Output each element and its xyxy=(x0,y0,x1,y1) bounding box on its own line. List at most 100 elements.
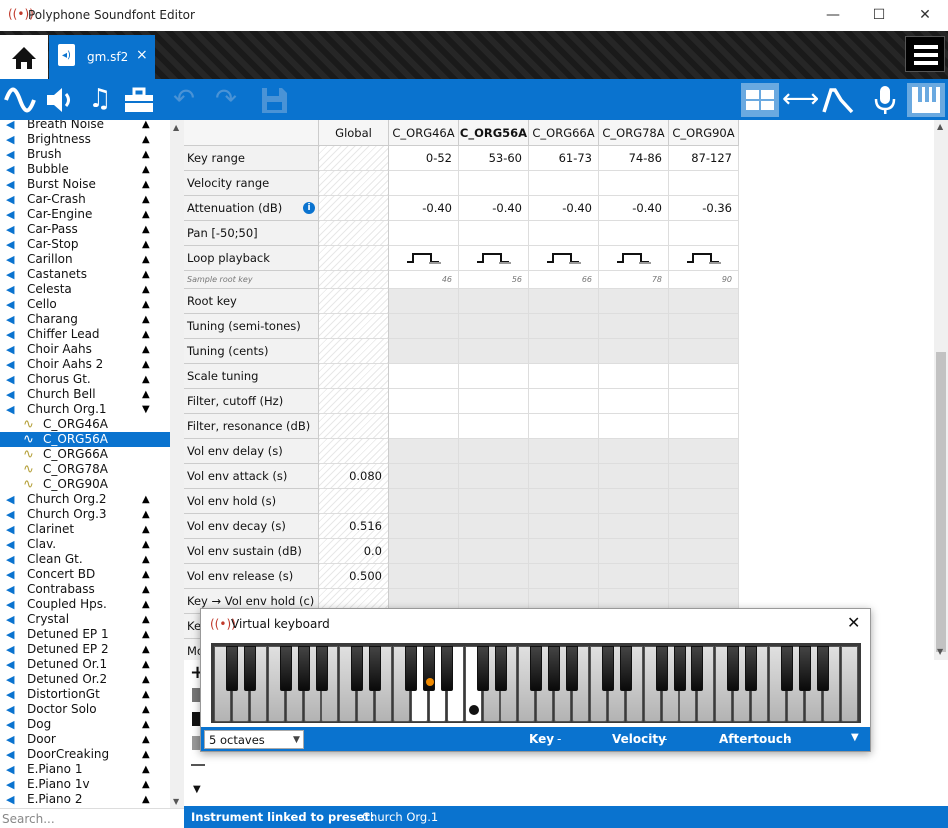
tree-preset-item[interactable]: ◀ Clean Gt. ▲ xyxy=(0,552,170,567)
collapsed-arrow-icon[interactable]: ▲ xyxy=(142,702,150,717)
table-cell[interactable]: -0.40 xyxy=(599,196,669,221)
envelope-icon[interactable] xyxy=(821,83,855,117)
table-cell[interactable] xyxy=(669,439,739,464)
table-scroll-thumb[interactable] xyxy=(936,352,946,652)
table-cell[interactable]: 0-52 xyxy=(389,146,459,171)
tab-close-button[interactable]: × xyxy=(136,47,148,63)
maximize-button[interactable]: ☐ xyxy=(856,4,902,28)
table-cell[interactable] xyxy=(319,439,389,464)
sample-wave-icon[interactable] xyxy=(3,83,37,117)
tab-gm-sf2[interactable]: ◂) gm.sf2 × xyxy=(49,35,155,79)
tree-preset-item[interactable]: ◀ Carillon ▲ xyxy=(0,252,170,267)
tree-preset-item[interactable]: ◀ DoorCreaking ▲ xyxy=(0,747,170,762)
tree-sample-item[interactable]: ∿ C_ORG56A xyxy=(0,432,170,447)
black-key[interactable] xyxy=(494,646,507,691)
table-cell[interactable] xyxy=(389,414,459,439)
collapsed-arrow-icon[interactable]: ▲ xyxy=(142,327,150,342)
toolbox-icon[interactable] xyxy=(122,83,156,117)
collapsed-arrow-icon[interactable]: ▲ xyxy=(142,567,150,582)
search-placeholder[interactable]: Search... xyxy=(2,812,55,826)
black-key[interactable] xyxy=(798,646,811,691)
black-key[interactable] xyxy=(226,646,238,691)
table-cell[interactable] xyxy=(319,489,389,514)
tree-preset-item[interactable]: ◀ DistortionGt ▲ xyxy=(0,687,170,702)
table-cell[interactable] xyxy=(459,439,529,464)
collapsed-arrow-icon[interactable]: ▲ xyxy=(142,657,150,672)
collapsed-arrow-icon[interactable]: ▲ xyxy=(142,492,150,507)
table-cell[interactable] xyxy=(529,564,599,589)
table-cell[interactable] xyxy=(669,246,739,271)
table-cell[interactable] xyxy=(669,464,739,489)
table-cell[interactable] xyxy=(319,221,389,246)
tree-preset-item[interactable]: ◀ Car-Pass ▲ xyxy=(0,222,170,237)
collapsed-arrow-icon[interactable]: ▲ xyxy=(142,357,150,372)
table-cell[interactable]: -0.40 xyxy=(389,196,459,221)
tree-preset-item[interactable]: ◀ Celesta ▲ xyxy=(0,282,170,297)
tree-preset-item[interactable]: ◀ Contrabass ▲ xyxy=(0,582,170,597)
table-cell[interactable] xyxy=(459,564,529,589)
table-cell[interactable] xyxy=(599,314,669,339)
table-cell[interactable] xyxy=(669,171,739,196)
table-cell[interactable] xyxy=(599,389,669,414)
table-cell[interactable] xyxy=(459,364,529,389)
collapsed-arrow-icon[interactable]: ▲ xyxy=(142,222,150,237)
table-scroll-up-icon[interactable]: ▲ xyxy=(937,122,943,131)
collapsed-arrow-icon[interactable]: ▲ xyxy=(142,732,150,747)
expanded-arrow-icon[interactable]: ▼ xyxy=(142,402,150,417)
tree-preset-item[interactable]: ◀ E.Piano 2 ▲ xyxy=(0,792,170,807)
white-key[interactable] xyxy=(840,646,858,722)
tree-preset-item[interactable]: ◀ Door ▲ xyxy=(0,732,170,747)
parameter-table[interactable]: Global C_ORG46A C_ORG56A C_ORG66A C_ORG78A C_… xyxy=(184,120,948,660)
table-cell[interactable]: 61-73 xyxy=(529,146,599,171)
tree-sample-item[interactable]: ∿ C_ORG66A xyxy=(0,447,170,462)
table-cell[interactable] xyxy=(319,289,389,314)
collapsed-arrow-icon[interactable]: ▲ xyxy=(142,387,150,402)
table-cell[interactable] xyxy=(319,146,389,171)
redo-icon[interactable]: ↷ xyxy=(209,83,243,117)
table-cell[interactable] xyxy=(599,564,669,589)
black-key[interactable] xyxy=(476,646,489,691)
table-cell[interactable] xyxy=(389,489,459,514)
tree-preset-item[interactable]: ◀ Cello ▲ xyxy=(0,297,170,312)
tree-preset-item[interactable]: ◀ Brush ▲ xyxy=(0,147,170,162)
scroll-down-arrow-icon[interactable]: ▼ xyxy=(173,797,179,806)
table-cell[interactable] xyxy=(669,339,739,364)
table-cell[interactable]: 74-86 xyxy=(599,146,669,171)
tree-preset-item[interactable]: ◀ Coupled Hps. ▲ xyxy=(0,597,170,612)
range-arrows-icon[interactable]: ⟷ xyxy=(782,83,819,117)
tools-down-arrow-icon[interactable]: ▼ xyxy=(193,784,201,795)
table-cell[interactable] xyxy=(459,314,529,339)
tree-preset-item[interactable]: ◀ Church Org.3 ▲ xyxy=(0,507,170,522)
tree-preset-item[interactable]: ◀ Bubble ▲ xyxy=(0,162,170,177)
tree-preset-item[interactable]: ◀ Doctor Solo ▲ xyxy=(0,702,170,717)
tree-preset-item[interactable]: ◀ Detuned EP 2 ▲ xyxy=(0,642,170,657)
table-cell[interactable]: 66 xyxy=(529,271,599,289)
table-cell[interactable] xyxy=(529,289,599,314)
table-cell[interactable] xyxy=(529,339,599,364)
table-cell[interactable] xyxy=(389,364,459,389)
tree-sample-item[interactable]: ∿ C_ORG90A xyxy=(0,477,170,492)
table-cell[interactable]: -0.36 xyxy=(669,196,739,221)
menu-arrow-icon[interactable]: ▼ xyxy=(851,732,859,743)
tree-preset-item[interactable]: ◀ Detuned Or.2 ▲ xyxy=(0,672,170,687)
minimize-button[interactable]: — xyxy=(810,4,856,28)
table-cell[interactable] xyxy=(529,246,599,271)
black-key[interactable] xyxy=(745,646,758,691)
collapsed-arrow-icon[interactable]: ▲ xyxy=(142,762,150,777)
table-cell[interactable] xyxy=(669,314,739,339)
column-header[interactable]: C_ORG90A xyxy=(669,120,739,146)
table-cell[interactable] xyxy=(529,489,599,514)
table-cell[interactable] xyxy=(459,221,529,246)
table-cell[interactable]: 53-60 xyxy=(459,146,529,171)
table-view-icon[interactable] xyxy=(741,83,779,117)
table-cell[interactable] xyxy=(459,339,529,364)
table-cell[interactable] xyxy=(529,414,599,439)
column-header[interactable]: C_ORG56A xyxy=(459,120,529,146)
black-key[interactable] xyxy=(369,646,382,691)
collapsed-arrow-icon[interactable]: ▲ xyxy=(142,552,150,567)
collapsed-arrow-icon[interactable]: ▲ xyxy=(142,177,150,192)
black-key[interactable] xyxy=(780,646,793,691)
collapsed-arrow-icon[interactable]: ▲ xyxy=(142,372,150,387)
table-cell[interactable] xyxy=(389,464,459,489)
table-scrollbar[interactable]: ▲ ▼ xyxy=(934,120,948,660)
